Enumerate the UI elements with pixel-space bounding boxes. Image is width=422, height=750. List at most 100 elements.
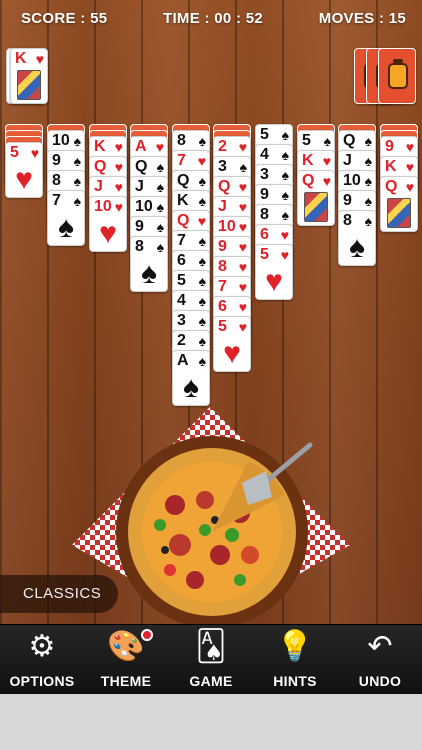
playing-card[interactable]: 5 ♥ ♥ — [255, 244, 293, 300]
card-rank: 9 — [260, 186, 269, 203]
spade-icon: ♠ — [198, 333, 206, 349]
moves-label: MOVES : 15 — [318, 10, 406, 27]
drink-icon — [388, 59, 408, 89]
spade-icon: ♠ — [364, 213, 372, 229]
heart-icon: ♥ — [405, 139, 414, 155]
card-rank: A — [135, 138, 147, 155]
time-label: TIME : 00 : 52 — [163, 10, 264, 27]
spade-icon: ♠ — [198, 253, 206, 269]
heart-icon: ♥ — [280, 227, 289, 243]
spade-icon: ♠ — [364, 173, 372, 189]
bottom-area — [0, 694, 422, 750]
card-rank: Q — [94, 158, 107, 175]
card-rank: 8 — [343, 212, 352, 229]
card-rank: K — [94, 138, 106, 155]
card-rank: 7 — [218, 278, 227, 295]
spade-icon: ♠ — [281, 127, 289, 143]
spade-icon: ♠ — [73, 173, 81, 189]
heart-icon: ♥ — [405, 179, 414, 195]
spade-icon: ♠ — [364, 153, 372, 169]
playing-card[interactable]: 5 ♥ ♥ — [5, 142, 43, 198]
lightbulb-icon: 💡 — [276, 630, 314, 663]
heart-icon: ♥ — [405, 159, 414, 175]
spade-icon: ♠ — [198, 173, 206, 189]
card-rank: Q — [385, 178, 398, 195]
heart-icon: ♥ — [265, 265, 283, 298]
card-rank: A — [177, 352, 189, 369]
card-rank: 6 — [218, 298, 227, 315]
mode-badge[interactable]: CLASSICS — [0, 575, 118, 613]
playing-card[interactable]: 7 ♠ ♠ — [47, 190, 85, 246]
spade-icon: ♠ — [198, 193, 206, 209]
spade-icon: ♠ — [281, 187, 289, 203]
playing-card[interactable]: 8 ♠ ♠ — [338, 210, 376, 266]
card-rank: 9 — [52, 152, 61, 169]
spade-icon: ♠ — [281, 147, 289, 163]
card-rank: 10 — [135, 198, 153, 215]
theme-button[interactable]: 🎨 THEME — [84, 625, 168, 695]
spade-icon: ♠ — [156, 219, 164, 235]
spade-icon: ♠ — [73, 153, 81, 169]
playing-card[interactable]: 5 ♥ ♥ — [213, 316, 251, 372]
heart-icon: ♥ — [114, 139, 123, 155]
options-button[interactable]: ⚙ OPTIONS — [0, 625, 84, 695]
heart-icon: ♥ — [238, 239, 247, 255]
palette-icon: 🎨 — [107, 630, 145, 663]
game-button[interactable]: 🂡 GAME — [169, 625, 253, 695]
heart-icon: ♥ — [197, 213, 206, 229]
heart-icon: ♥ — [238, 199, 247, 215]
heart-icon: ♥ — [223, 337, 241, 370]
hints-button[interactable]: 💡 HINTS — [253, 625, 337, 695]
playing-card[interactable]: Q ♥ — [380, 176, 418, 232]
gear-icon: ⚙ — [28, 630, 56, 663]
card-rank: Q — [177, 212, 190, 229]
card-rank: J — [135, 178, 144, 195]
heart-icon: ♥ — [280, 247, 289, 263]
stock-pile[interactable] — [354, 48, 418, 104]
heart-icon: ♥ — [238, 219, 247, 235]
heart-icon: ♥ — [238, 319, 247, 335]
card-rank: K — [385, 158, 397, 175]
spade-icon: ♠ — [58, 211, 74, 244]
spade-icon: ♠ — [156, 199, 164, 215]
playing-card[interactable]: Q ♥ — [297, 170, 335, 226]
playing-card[interactable]: 8 ♠ ♠ — [130, 236, 168, 292]
toolbar: ⚙ OPTIONS 🎨 THEME 🂡 GAME 💡 HINTS ↶ UNDO — [0, 624, 422, 694]
card-rank: 10 — [343, 172, 361, 189]
card-rank: 10 — [52, 132, 70, 149]
card-rank: 3 — [218, 158, 227, 175]
heart-icon: ♥ — [114, 179, 123, 195]
card-rank: 5 — [177, 272, 186, 289]
heart-icon: ♥ — [30, 145, 39, 161]
undo-label: UNDO — [358, 673, 402, 689]
heart-icon: ♥ — [238, 299, 247, 315]
spade-icon: ♠ — [281, 167, 289, 183]
stock-card-back[interactable] — [378, 48, 416, 104]
playing-card[interactable]: 10 ♥ ♥ — [89, 196, 127, 252]
card-rank: K — [177, 192, 189, 209]
card-rank: 8 — [52, 172, 61, 189]
foundation-pile: K ♥ — [6, 48, 54, 104]
spade-icon: ♠ — [198, 313, 206, 329]
card-rank: 9 — [343, 192, 352, 209]
undo-button[interactable]: ↶ UNDO — [338, 625, 422, 695]
card-rank: 9 — [385, 138, 394, 155]
heart-icon: ♥ — [238, 279, 247, 295]
options-label: OPTIONS — [9, 673, 75, 689]
card-rank: 8 — [135, 238, 144, 255]
heart-icon: ♥ — [114, 199, 123, 215]
heart-icon: ♥ — [155, 139, 164, 155]
heart-icon: ♥ — [322, 153, 331, 169]
playing-card[interactable]: A ♠ ♠ — [172, 350, 210, 406]
spade-icon: ♠ — [156, 179, 164, 195]
card-rank: 5 — [10, 144, 19, 161]
spade-icon: ♠ — [364, 133, 372, 149]
queen-face — [387, 198, 411, 228]
card-rank: 5 — [260, 126, 269, 143]
spade-icon: ♠ — [156, 239, 164, 255]
card-rank: 7 — [177, 232, 186, 249]
spade-icon: ♠ — [156, 159, 164, 175]
card-rank: 7 — [52, 192, 61, 209]
card-rank: J — [343, 152, 352, 169]
card-rank: 3 — [177, 312, 186, 329]
